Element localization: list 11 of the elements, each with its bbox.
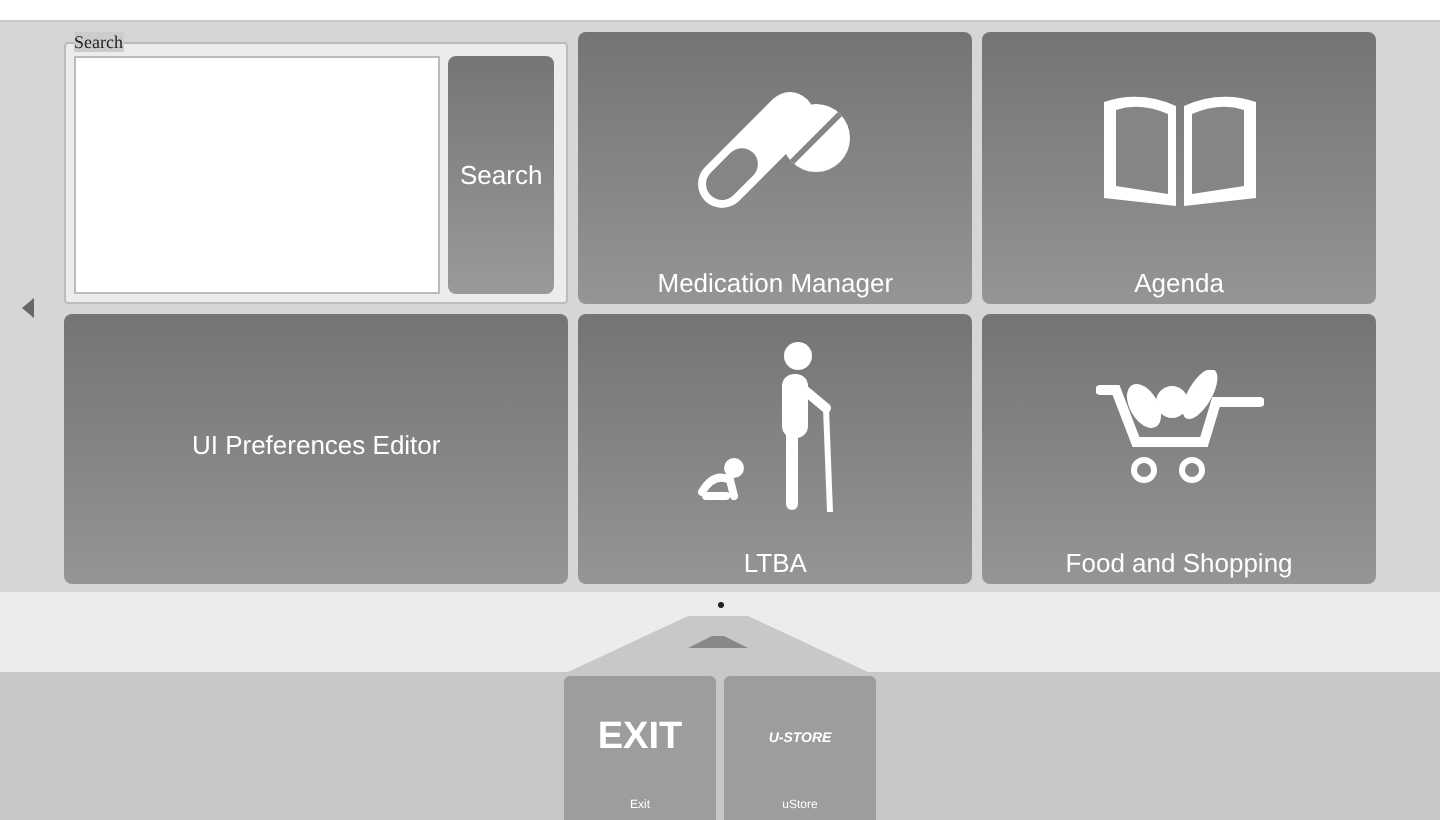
page-indicator-dot: [717, 602, 723, 608]
app-tile[interactable]: LTBA: [578, 313, 973, 584]
search-field[interactable]: [74, 56, 440, 293]
app-tile[interactable]: Agenda: [982, 32, 1376, 303]
app-tile[interactable]: Food and Shopping: [982, 313, 1376, 584]
search-button[interactable]: Search: [448, 56, 555, 293]
app-tile[interactable]: UI Preferences Editor: [64, 313, 569, 584]
search-legend: Search: [74, 32, 123, 52]
left-arrow-icon[interactable]: [22, 297, 34, 317]
dock-handle[interactable]: [568, 612, 868, 672]
app-tile[interactable]: Medication Manager: [578, 32, 973, 303]
